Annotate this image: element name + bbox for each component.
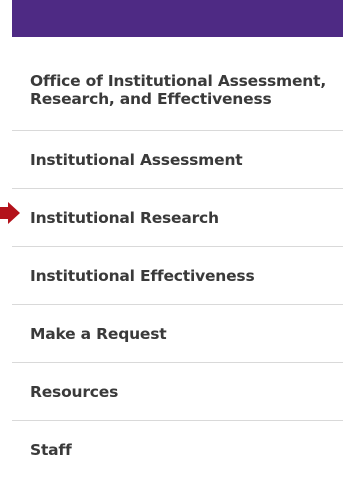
- sidebar-nav: Office of Institutional Assessment, Rese…: [12, 50, 343, 477]
- nav-item-label: Staff: [30, 441, 72, 459]
- nav-item-staff[interactable]: Staff: [12, 421, 343, 477]
- nav-item-make-a-request[interactable]: Make a Request: [12, 305, 343, 363]
- nav-item-label: Office of Institutional Assessment, Rese…: [30, 72, 327, 108]
- nav-item-institutional-assessment[interactable]: Institutional Assessment: [12, 131, 343, 189]
- nav-item-label: Institutional Effectiveness: [30, 266, 255, 285]
- nav-item-label: Institutional Assessment: [30, 150, 243, 169]
- arrow-right-icon: [0, 202, 20, 224]
- nav-item-label: Institutional Research: [30, 208, 219, 227]
- nav-item-label: Resources: [30, 382, 119, 401]
- nav-item-institutional-research[interactable]: Institutional Research: [12, 189, 343, 247]
- header-bar: [12, 0, 343, 37]
- nav-item-label: Make a Request: [30, 324, 167, 343]
- nav-item-resources[interactable]: Resources: [12, 363, 343, 421]
- nav-item-office[interactable]: Office of Institutional Assessment, Rese…: [12, 50, 343, 131]
- nav-item-institutional-effectiveness[interactable]: Institutional Effectiveness: [12, 247, 343, 305]
